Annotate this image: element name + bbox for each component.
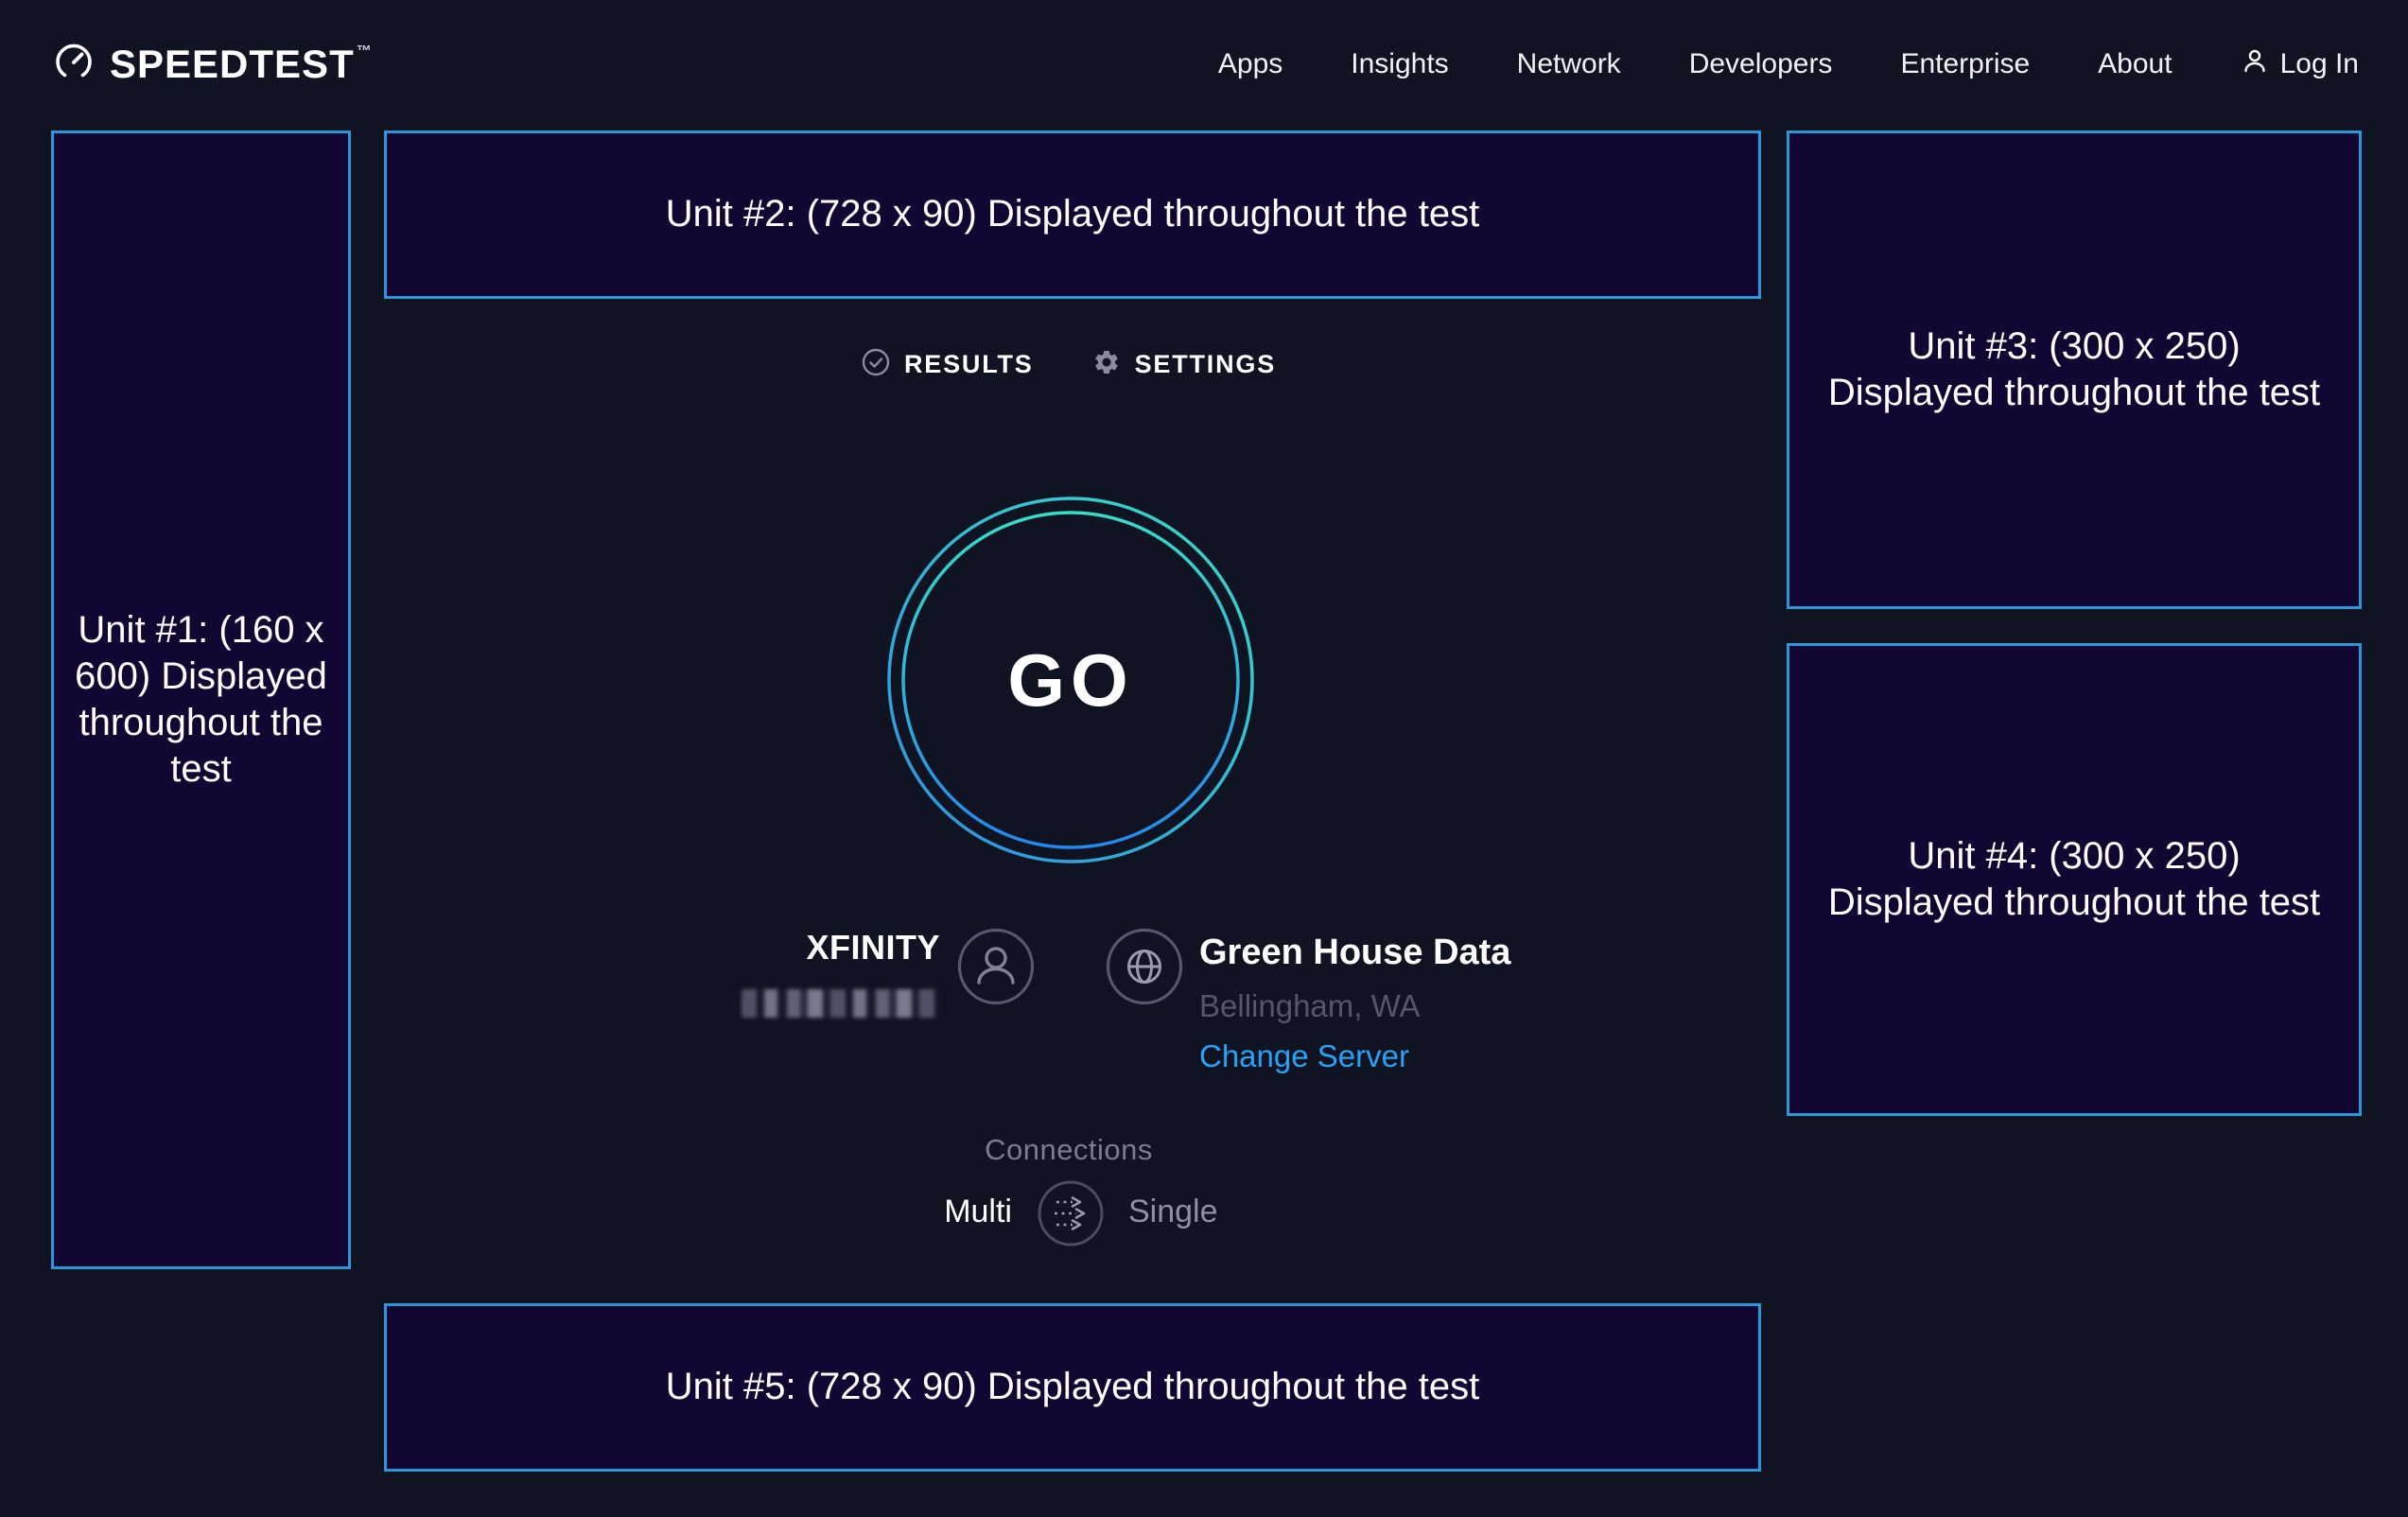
logo-text: SPEEDTEST™ [110, 42, 373, 87]
go-button[interactable]: GO [886, 496, 1255, 864]
multi-arrows-icon [1037, 1179, 1105, 1247]
nav-item-enterprise[interactable]: Enterprise [1900, 48, 2030, 80]
server-name: Green House Data [1199, 933, 1510, 973]
trademark-mark: ™ [357, 44, 373, 61]
navbar: SPEEDTEST™ Apps Insights Network Develop… [0, 0, 2408, 129]
ad-unit-1[interactable]: Unit #1: (160 x 600) Displayed throughou… [51, 131, 351, 1269]
multi-connections-label[interactable]: Multi [944, 1194, 1012, 1230]
nav-item-about[interactable]: About [2098, 48, 2172, 80]
tab-results-label: RESULTS [904, 350, 1034, 379]
single-connections-label[interactable]: Single [1128, 1194, 1218, 1230]
nav-item-apps[interactable]: Apps [1218, 48, 1283, 80]
ad-unit-4[interactable]: Unit #4: (300 x 250) Displayed throughou… [1787, 643, 2362, 1116]
provider-person-icon [957, 928, 1035, 1005]
tab-settings-label: SETTINGS [1135, 350, 1276, 379]
ad-unit-2[interactable]: Unit #2: (728 x 90) Displayed throughout… [384, 131, 1761, 299]
check-circle-icon [862, 348, 890, 381]
tab-settings[interactable]: SETTINGS [1092, 348, 1276, 381]
ad-unit-5-label: Unit #5: (728 x 90) Displayed throughout… [666, 1364, 1480, 1410]
nav-item-network[interactable]: Network [1517, 48, 1621, 80]
ad-unit-5[interactable]: Unit #5: (728 x 90) Displayed throughout… [384, 1303, 1761, 1472]
speedtest-page: SPEEDTEST™ Apps Insights Network Develop… [0, 0, 2408, 1517]
tab-results[interactable]: RESULTS [862, 348, 1034, 381]
speedometer-icon [53, 42, 95, 88]
ad-unit-1-label: Unit #1: (160 x 600) Displayed throughou… [73, 607, 329, 793]
provider-name[interactable]: XFINITY [806, 928, 940, 968]
nav-item-insights[interactable]: Insights [1351, 48, 1448, 80]
nav-menu: Apps Insights Network Developers Enterpr… [1218, 0, 2359, 129]
change-server-link[interactable]: Change Server [1199, 1038, 1409, 1074]
speedtest-logo[interactable]: SPEEDTEST™ [53, 42, 373, 88]
nav-item-developers[interactable]: Developers [1689, 48, 1833, 80]
connections-label: Connections [351, 1133, 1787, 1167]
ad-unit-3[interactable]: Unit #3: (300 x 250) Displayed throughou… [1787, 131, 2362, 609]
go-label: GO [886, 496, 1255, 864]
login-button[interactable]: Log In [2241, 46, 2359, 82]
server-globe-icon [1106, 928, 1183, 1005]
ad-unit-4-label: Unit #4: (300 x 250) Displayed throughou… [1825, 833, 2323, 926]
redacted-ip-address [742, 989, 940, 1018]
connections-toggle[interactable] [1037, 1179, 1105, 1247]
user-icon [2241, 46, 2269, 82]
ad-unit-2-label: Unit #2: (728 x 90) Displayed throughout… [666, 191, 1480, 237]
ad-unit-3-label: Unit #3: (300 x 250) Displayed throughou… [1825, 323, 2323, 416]
tabs-row: RESULTS SETTINGS [351, 339, 1787, 390]
gear-icon [1092, 348, 1121, 381]
server-location: Bellingham, WA [1199, 988, 1421, 1024]
